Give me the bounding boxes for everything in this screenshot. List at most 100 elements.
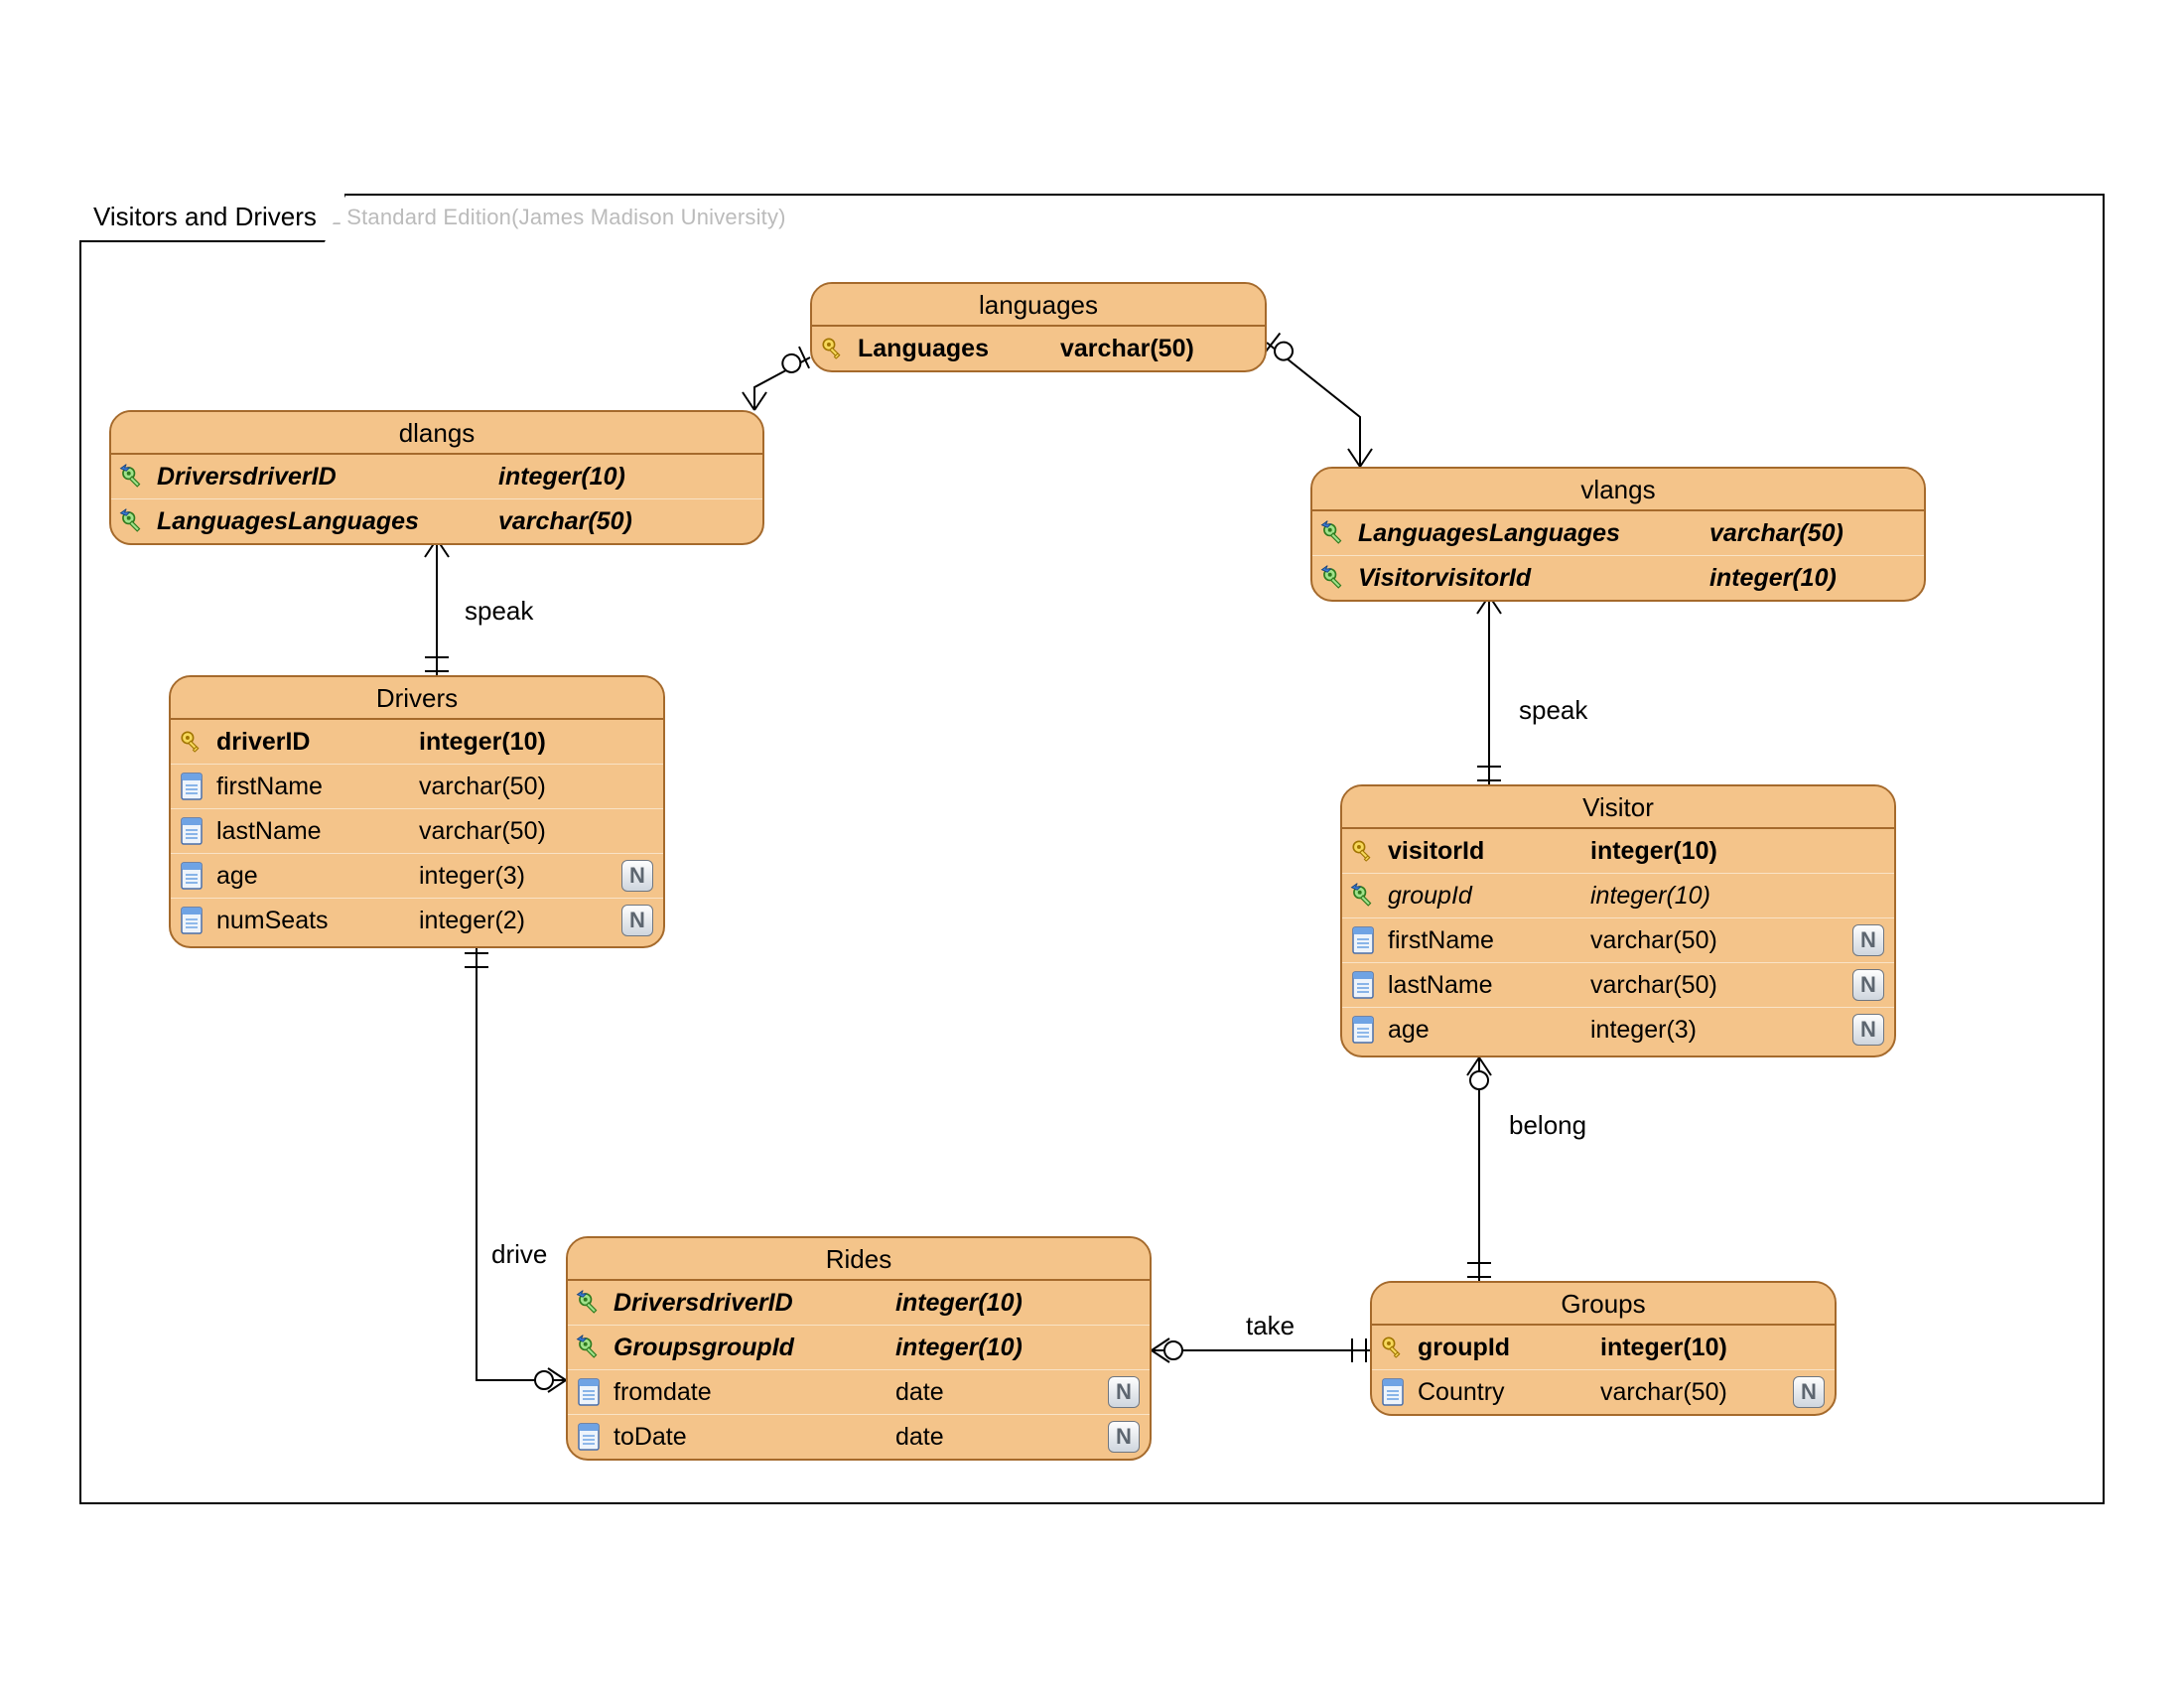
foreign-key-icon	[1349, 882, 1377, 910]
entity-column-row[interactable]: LanguagesLanguages varchar(50)	[1312, 511, 1924, 556]
column-type: varchar(50)	[1709, 519, 1843, 548]
column-type: integer(10)	[895, 1289, 1023, 1318]
column-name: firstName	[216, 773, 395, 801]
nullable-badge: N	[1793, 1376, 1825, 1408]
foreign-key-icon	[118, 463, 146, 491]
column-name: toDate	[614, 1423, 872, 1452]
column-name: driverID	[216, 728, 395, 757]
primary-key-icon	[820, 336, 846, 361]
relation-label-take: take	[1246, 1311, 1295, 1341]
column-type: varchar(50)	[498, 507, 632, 536]
frame-title-tab: Visitors and Drivers	[79, 194, 346, 242]
entity-title: dlangs	[111, 412, 762, 455]
entity-column-row[interactable]: firstNamevarchar(50)N	[1342, 918, 1894, 963]
column-name: firstName	[1388, 926, 1567, 955]
column-type: varchar(50)	[1590, 971, 1717, 1000]
column-icon	[1378, 1377, 1408, 1407]
column-icon	[1352, 926, 1374, 954]
nullable-badge: N	[1852, 969, 1884, 1001]
column-icon	[177, 816, 206, 846]
entity-column-row[interactable]: Countryvarchar(50)N	[1372, 1370, 1835, 1414]
column-name: groupId	[1388, 882, 1567, 911]
column-name: groupId	[1418, 1334, 1576, 1362]
column-name: DriversdriverID	[614, 1289, 872, 1318]
entity-column-row[interactable]: DriversdriverIDinteger(10)	[111, 455, 762, 499]
entity-column-row[interactable]: VisitorvisitorIdinteger(10)	[1312, 556, 1924, 600]
entity-groups[interactable]: Groups groupIdinteger(10) Countryvarchar…	[1370, 1281, 1837, 1416]
entity-title: Visitor	[1342, 786, 1894, 829]
entity-column-row[interactable]: driverID integer(10)	[171, 720, 663, 765]
foreign-key-icon	[1319, 519, 1347, 547]
entity-column-row[interactable]: age integer(3) N	[171, 854, 663, 899]
entity-column-row[interactable]: visitorIdinteger(10)	[1342, 829, 1894, 874]
column-name: LanguagesLanguages	[157, 507, 475, 536]
column-icon	[574, 1422, 604, 1452]
column-type: date	[895, 1378, 944, 1407]
entity-title: vlangs	[1312, 469, 1924, 511]
column-name: fromdate	[614, 1378, 872, 1407]
column-icon	[177, 906, 206, 935]
column-name: age	[216, 862, 395, 891]
column-type: integer(10)	[1590, 837, 1717, 866]
entity-column-row[interactable]: age integer(3) N	[1342, 1008, 1894, 1052]
column-name: VisitorvisitorId	[1358, 564, 1686, 593]
entity-column-row[interactable]: Languages varchar(50)	[812, 327, 1265, 370]
nullable-badge: N	[1852, 1014, 1884, 1046]
column-icon	[574, 1377, 604, 1407]
foreign-key-icon	[1318, 518, 1348, 548]
entity-languages[interactable]: languages Languages varchar(50)	[810, 282, 1267, 372]
entity-column-row[interactable]: groupIdinteger(10)	[1342, 874, 1894, 918]
column-icon	[1348, 970, 1378, 1000]
entity-column-row[interactable]: lastName varchar(50) N	[1342, 963, 1894, 1008]
foreign-key-icon	[1348, 881, 1378, 911]
column-name: lastName	[1388, 971, 1567, 1000]
column-icon	[177, 772, 206, 801]
entity-vlangs[interactable]: vlangs LanguagesLanguages varchar(50) Vis…	[1310, 467, 1926, 602]
primary-key-icon	[1350, 838, 1376, 864]
column-type: varchar(50)	[1060, 335, 1194, 363]
entity-visitor[interactable]: Visitor visitorIdinteger(10) groupIdinte…	[1340, 784, 1896, 1057]
entity-dlangs[interactable]: dlangs DriversdriverIDinteger(10) Langua…	[109, 410, 764, 545]
entity-rides[interactable]: Rides DriversdriverIDinteger(10) Groupsg…	[566, 1236, 1152, 1461]
foreign-key-icon	[117, 506, 147, 536]
column-name: age	[1388, 1016, 1567, 1045]
entity-column-row[interactable]: groupIdinteger(10)	[1372, 1326, 1835, 1370]
column-icon	[181, 817, 203, 845]
column-type: varchar(50)	[419, 773, 546, 801]
column-type: integer(3)	[419, 862, 525, 891]
primary-key-icon	[179, 729, 205, 755]
primary-key-icon	[177, 727, 206, 757]
column-name: lastName	[216, 817, 395, 846]
column-icon	[1352, 1016, 1374, 1044]
entity-title: Groups	[1372, 1283, 1835, 1326]
foreign-key-icon	[575, 1334, 603, 1361]
foreign-key-icon	[575, 1289, 603, 1317]
primary-key-icon	[1378, 1333, 1408, 1362]
column-name: LanguagesLanguages	[1358, 519, 1686, 548]
column-type: integer(3)	[1590, 1016, 1697, 1045]
nullable-badge: N	[621, 905, 653, 936]
entity-column-row[interactable]: LanguagesLanguages varchar(50)	[111, 499, 762, 543]
column-icon	[1348, 1015, 1378, 1045]
nullable-badge: N	[1852, 924, 1884, 956]
column-name: Languages	[858, 335, 1036, 363]
entity-column-row[interactable]: toDatedateN	[568, 1415, 1150, 1459]
column-icon	[177, 861, 206, 891]
entity-column-row[interactable]: numSeatsinteger(2)N	[171, 899, 663, 942]
column-name: GroupsgroupId	[614, 1334, 872, 1362]
entity-column-row[interactable]: DriversdriverID integer(10)	[568, 1281, 1150, 1326]
relation-label-drive: drive	[491, 1239, 547, 1270]
column-icon	[578, 1423, 600, 1451]
entity-drivers[interactable]: Drivers driverIDinteger(10) firstNamevar…	[169, 675, 665, 948]
entity-column-row[interactable]: firstName varchar(50)	[171, 765, 663, 809]
entity-title: languages	[812, 284, 1265, 327]
nullable-badge: N	[1108, 1421, 1140, 1453]
entity-column-row[interactable]: GroupsgroupIdinteger(10)	[568, 1326, 1150, 1370]
entity-column-row[interactable]: fromdatedateN	[568, 1370, 1150, 1415]
column-icon	[1382, 1378, 1404, 1406]
entity-column-row[interactable]: lastNamevarchar(50)	[171, 809, 663, 854]
column-type: varchar(50)	[1600, 1378, 1727, 1407]
foreign-key-icon	[1318, 563, 1348, 593]
column-type: integer(10)	[419, 728, 546, 757]
nullable-badge: N	[621, 860, 653, 892]
